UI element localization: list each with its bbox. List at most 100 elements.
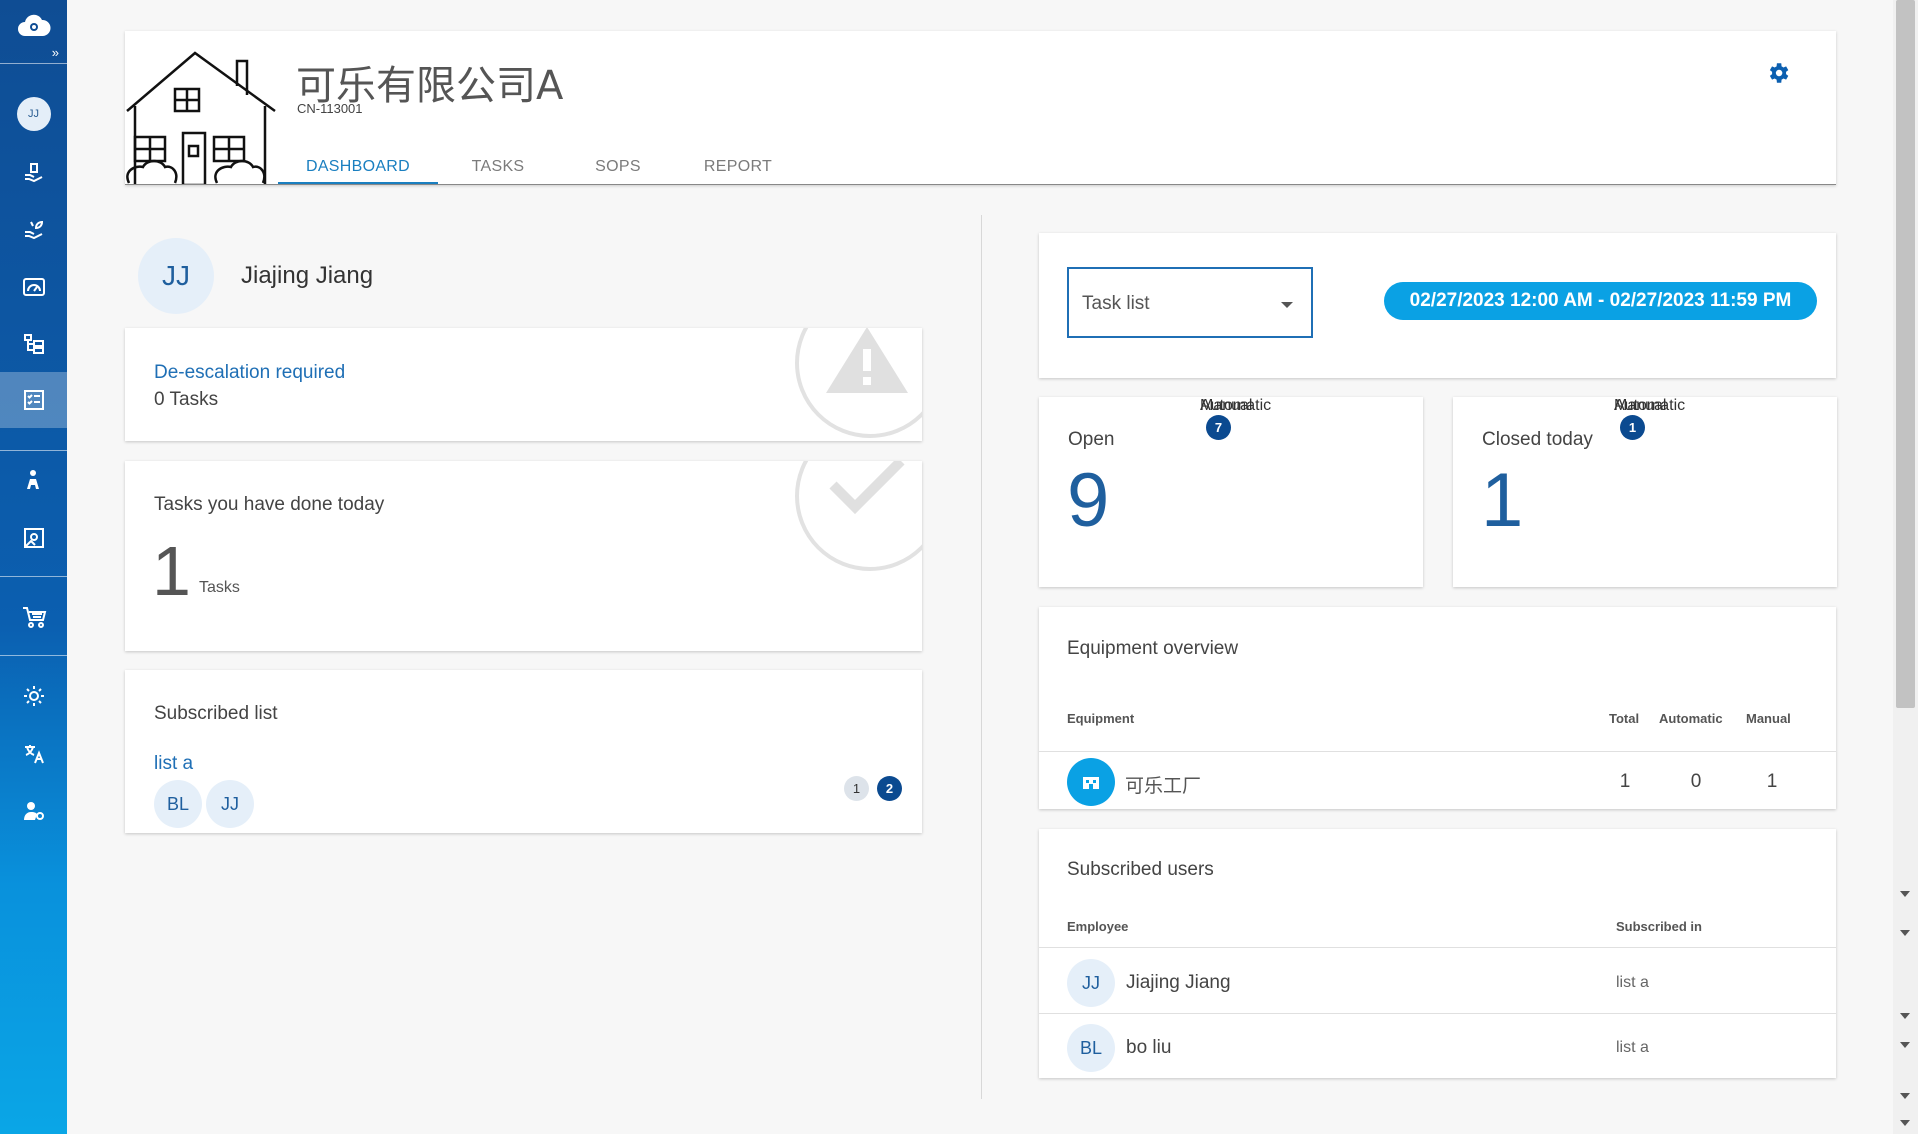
tasks-done-value: 1 — [152, 532, 191, 610]
table-divider — [1039, 947, 1836, 948]
person-ladder-icon — [26, 470, 39, 489]
equipment-overview-card: Equipment overview Equipment Total Autom… — [1039, 607, 1836, 809]
tasks-done-unit: Tasks — [199, 579, 240, 596]
scroll-down-arrow[interactable] — [1900, 930, 1910, 936]
deescalation-title[interactable]: De-escalation required — [154, 362, 345, 384]
badge-circle — [795, 461, 922, 571]
list-members: BL JJ — [154, 780, 258, 828]
sidebar-divider — [0, 63, 67, 64]
expand-sidebar-button[interactable]: » — [52, 46, 59, 59]
avatar: BL — [154, 780, 202, 828]
table-divider — [1039, 751, 1836, 752]
avatar: JJ — [206, 780, 254, 828]
hand-leaf-icon — [24, 220, 43, 240]
cart-icon — [22, 607, 46, 628]
closed-manual-row: Manual 1 — [1614, 397, 1808, 587]
subscribed-in-value: list a — [1616, 1039, 1649, 1056]
scrollbar-thumb[interactable] — [1896, 0, 1915, 708]
sidebar-item-gauge[interactable] — [0, 259, 67, 315]
subscribed-list-title: Subscribed list — [154, 703, 278, 724]
sidebar-item-brightness[interactable] — [0, 668, 67, 724]
equipment-name[interactable]: 可乐工厂 — [1125, 771, 1201, 798]
table-divider — [1039, 1013, 1836, 1014]
sidebar-user-avatar[interactable]: JJ — [0, 86, 67, 142]
sidebar-item-cart[interactable] — [0, 589, 67, 645]
closed-title: Closed today — [1482, 429, 1593, 450]
subscribed-users-card: Subscribed users Employee Subscribed in … — [1039, 829, 1836, 1078]
equipment-manual: 1 — [1766, 771, 1778, 792]
list-link[interactable]: list a — [154, 753, 193, 775]
checkmark-icon — [829, 461, 905, 515]
sidebar-divider — [0, 450, 67, 451]
tab-bar: DASHBOARD TASKS SOPS REPORT — [278, 141, 798, 185]
count-badge: 1 — [844, 776, 869, 801]
column-header-employee: Employee — [1067, 919, 1129, 934]
employee-name: bo liu — [1126, 1037, 1172, 1058]
checklist-icon — [23, 390, 44, 410]
gauge-icon — [22, 278, 45, 296]
sidebar-item-hand-money[interactable] — [0, 145, 67, 201]
sidebar-item-person-ladder[interactable] — [0, 452, 67, 508]
tab-report[interactable]: REPORT — [678, 141, 798, 185]
sidebar-item-hand-leaf[interactable] — [0, 202, 67, 258]
sidebar-item-user-settings[interactable] — [0, 783, 67, 839]
select-value: Task list — [1082, 293, 1150, 314]
scroll-down-arrow[interactable] — [1900, 1120, 1910, 1126]
manual-label: Manual — [1614, 397, 1667, 414]
avatar: JJ — [1067, 959, 1115, 1007]
avatar: JJ — [16, 97, 51, 131]
hand-money-icon — [24, 163, 42, 183]
sidebar: » JJ — [0, 0, 67, 1134]
header-divider — [125, 184, 1836, 185]
scroll-down-arrow[interactable] — [1900, 1093, 1910, 1099]
subscribed-list-card: Subscribed list list a BL JJ 1 2 — [125, 670, 922, 833]
tab-tasks[interactable]: TASKS — [438, 141, 558, 185]
tab-dashboard[interactable]: DASHBOARD — [278, 141, 438, 185]
date-range-picker[interactable]: 02/27/2023 12:00 AM - 02/27/2023 11:59 P… — [1384, 282, 1817, 320]
house-logo-icon — [126, 51, 276, 185]
open-title: Open — [1068, 429, 1115, 450]
avatar: JJ — [138, 238, 214, 314]
tasks-done-today-card: Tasks you have done today 1 Tasks — [125, 461, 922, 651]
subscribed-users-title: Subscribed users — [1067, 859, 1214, 880]
filter-card: Task list 02/27/2023 12:00 AM - 02/27/20… — [1039, 233, 1836, 378]
sidebar-divider — [0, 576, 67, 577]
sidebar-divider — [0, 655, 67, 656]
column-header-manual: Manual — [1746, 711, 1791, 726]
hierarchy-icon — [23, 334, 44, 354]
scroll-down-arrow[interactable] — [1900, 1042, 1910, 1048]
employee-name: Jiajing Jiang — [1126, 972, 1231, 993]
badge-circle — [795, 328, 922, 438]
avatar: BL — [1067, 1024, 1115, 1072]
closed-value: 1 — [1481, 458, 1524, 543]
open-value: 9 — [1067, 458, 1110, 543]
page-header: 可乐有限公司A CN-113001 DASHBOARD TASKS SOPS R… — [125, 31, 1836, 185]
list-counts: 1 2 — [844, 776, 910, 801]
column-header-automatic: Automatic — [1659, 711, 1723, 726]
column-divider — [981, 215, 982, 1099]
equipment-total: 1 — [1619, 771, 1631, 792]
count-badge: 1 — [1620, 415, 1645, 440]
scroll-down-arrow[interactable] — [1900, 891, 1910, 897]
sidebar-item-checklist[interactable] — [0, 372, 67, 428]
count-badge: 7 — [1206, 415, 1231, 440]
sidebar-item-translate[interactable] — [0, 726, 67, 782]
sidebar-item-settings-image[interactable] — [0, 510, 67, 566]
tab-sops[interactable]: SOPS — [558, 141, 678, 185]
sidebar-item-hierarchy[interactable] — [0, 316, 67, 372]
page-scrollbar[interactable] — [1893, 0, 1918, 1134]
deescalation-card[interactable]: De-escalation required 0 Tasks — [125, 328, 922, 441]
count-badge: 2 — [877, 776, 902, 801]
scroll-down-arrow[interactable] — [1900, 1013, 1910, 1019]
open-manual-row: Manual 7 — [1200, 397, 1394, 587]
brightness-icon — [23, 686, 44, 706]
chevron-down-icon — [1281, 302, 1293, 308]
gear-icon[interactable] — [1765, 60, 1791, 86]
equipment-title: Equipment overview — [1067, 638, 1239, 659]
cloud-gear-icon — [18, 14, 51, 36]
company-code: CN-113001 — [297, 101, 363, 116]
settings-image-icon — [23, 528, 44, 548]
user-block: JJ Jiajing Jiang — [138, 238, 373, 314]
warning-icon — [826, 328, 908, 393]
task-list-select[interactable]: Task list — [1067, 267, 1313, 338]
